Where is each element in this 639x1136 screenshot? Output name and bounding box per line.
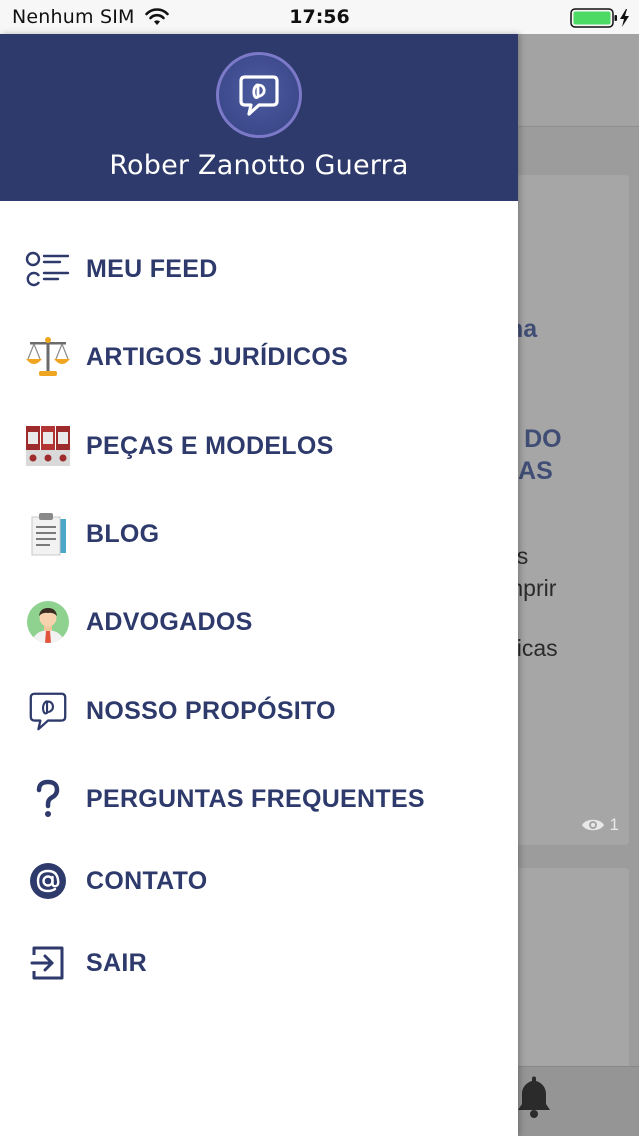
user-name: Rober Zanotto Guerra xyxy=(109,150,409,181)
menu-label: ARTIGOS JURÍDICOS xyxy=(86,343,349,371)
navigation-drawer: Rober Zanotto Guerra MEU FEED ARTIGOS JU… xyxy=(0,34,518,1136)
scales-icon xyxy=(24,333,72,381)
menu-label: PEÇAS E MODELOS xyxy=(86,432,334,460)
menu-label: ADVOGADOS xyxy=(86,608,253,636)
background-card[interactable]: na A DO DAS as mprir íticas e 1 xyxy=(508,175,629,845)
menu-item-artigos-juridicos[interactable]: ARTIGOS JURÍDICOS xyxy=(0,327,518,387)
binders-icon xyxy=(24,422,72,470)
background-card[interactable] xyxy=(508,868,629,1098)
menu-item-perguntas-frequentes[interactable]: PERGUNTAS FREQUENTES xyxy=(0,769,518,829)
background-header xyxy=(518,34,639,127)
menu-label: NOSSO PROPÓSITO xyxy=(86,697,336,725)
menu-item-pecas-e-modelos[interactable]: PEÇAS E MODELOS xyxy=(0,416,518,476)
logout-icon xyxy=(24,939,72,987)
menu-item-blog[interactable]: BLOG xyxy=(0,504,518,564)
app-logo-icon xyxy=(239,75,279,116)
profile-avatar[interactable] xyxy=(216,52,302,138)
bell-icon[interactable] xyxy=(518,1074,550,1124)
menu-item-contato[interactable]: CONTATO xyxy=(0,851,518,911)
menu-item-nosso-proposito[interactable]: NOSSO PROPÓSITO xyxy=(0,681,518,741)
lawyer-avatar-icon xyxy=(24,598,72,646)
question-icon xyxy=(24,775,72,823)
menu-item-sair[interactable]: SAIR xyxy=(0,933,518,993)
menu-item-advogados[interactable]: ADVOGADOS xyxy=(0,592,518,652)
menu-label: PERGUNTAS FREQUENTES xyxy=(86,785,425,813)
drawer-header: Rober Zanotto Guerra xyxy=(0,34,518,201)
clipboard-icon xyxy=(24,510,72,558)
speech-bubble-icon xyxy=(24,687,72,735)
views-counter: 1 xyxy=(581,815,619,835)
status-bar: Nenhum SIM 17:56 xyxy=(0,0,639,34)
menu-label: MEU FEED xyxy=(86,255,218,283)
eye-icon xyxy=(581,819,604,831)
feed-list-icon xyxy=(24,245,72,293)
menu-label: CONTATO xyxy=(86,867,208,895)
menu-label: SAIR xyxy=(86,949,147,977)
battery-charging-icon xyxy=(570,8,629,28)
background-screen[interactable]: na A DO DAS as mprir íticas e 1 xyxy=(508,34,639,1136)
menu-item-meu-feed[interactable]: MEU FEED xyxy=(0,239,518,299)
menu-label: BLOG xyxy=(86,520,160,548)
status-time: 17:56 xyxy=(289,6,350,28)
views-count: 1 xyxy=(609,815,619,834)
at-sign-icon xyxy=(24,857,72,905)
